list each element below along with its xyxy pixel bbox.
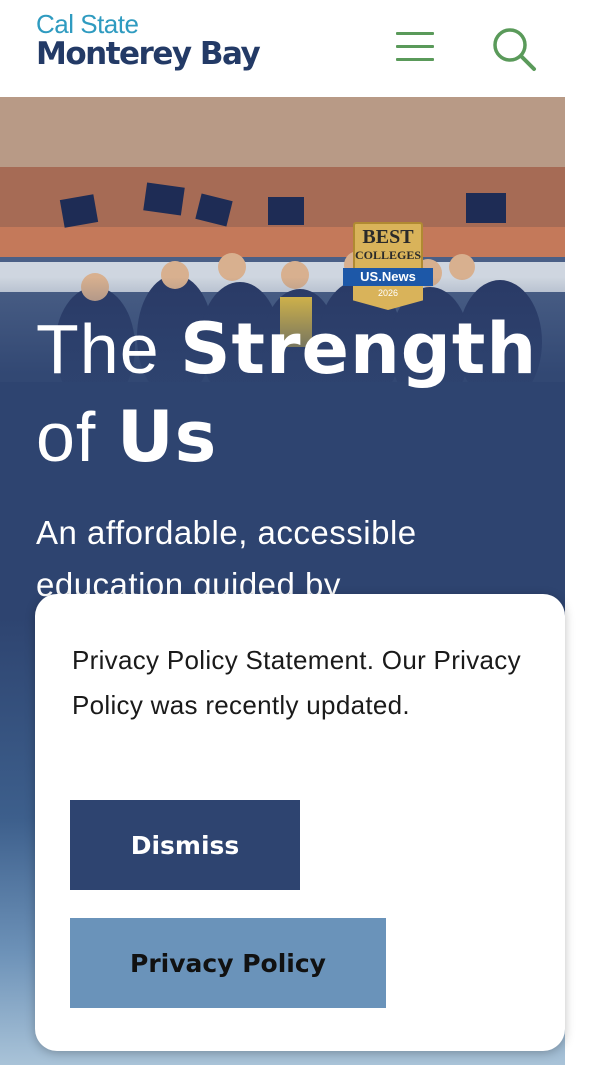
badge-best-text: BEST — [362, 226, 414, 248]
privacy-message: Privacy Policy Statement. Our Privacy Po… — [72, 645, 521, 720]
us-news-best-colleges-badge: BEST COLLEGES US.News 2026 — [343, 222, 433, 314]
badge-colleges-text: COLLEGES — [355, 248, 422, 262]
headline-the: The — [36, 310, 181, 388]
hero-headline: The Strength of Us — [36, 305, 537, 481]
hamburger-menu-icon[interactable] — [396, 30, 436, 64]
search-icon[interactable] — [490, 25, 538, 73]
headline-of: of — [36, 398, 117, 476]
privacy-policy-button[interactable]: Privacy Policy — [70, 918, 386, 1008]
badge-brand-text: US.News — [343, 268, 433, 286]
dismiss-button[interactable]: Dismiss — [70, 800, 300, 890]
headline-strength: Strength — [180, 308, 538, 390]
headline-us: Us — [116, 396, 218, 478]
site-header: Cal State Monterey Bay — [0, 0, 600, 97]
csumb-logo[interactable]: Cal State Monterey Bay — [36, 9, 261, 72]
privacy-policy-modal: Privacy Policy Statement. Our Privacy Po… — [35, 594, 565, 1051]
logo-line-monterey-bay: Monterey Bay — [36, 36, 261, 72]
logo-line-cal-state: Cal State — [36, 9, 139, 39]
